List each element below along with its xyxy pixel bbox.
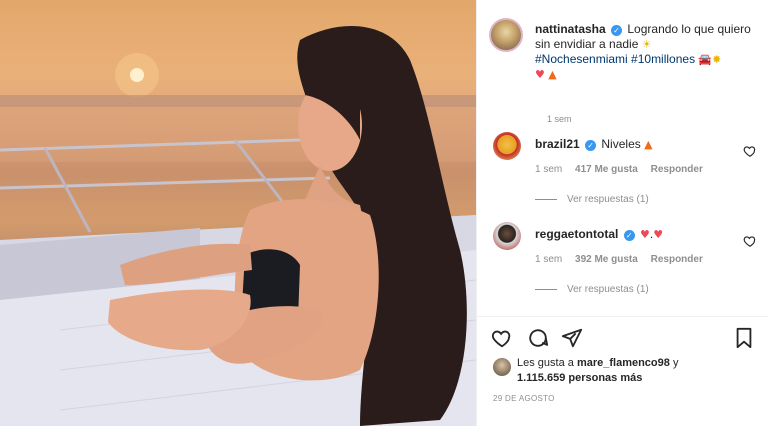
verified-icon: ✓	[585, 140, 597, 151]
comments-panel: nattinatasha ✓ Logrando lo que quiero si…	[476, 0, 768, 426]
comment-likes[interactable]: 392 Me gusta	[575, 254, 638, 265]
likes-text: Les gusta a mare_flamenco98 y 1.115.659 …	[517, 356, 757, 386]
car-emoji: 🚘	[698, 53, 713, 66]
comment-item: reggaetontotal ✓ ♥.♥ 1 sem 392 Me gusta …	[489, 222, 759, 302]
comment-body: Niveles	[601, 137, 641, 151]
view-replies-button[interactable]: Ver respuestas (1)	[535, 284, 649, 295]
comment-time: 1 sem	[535, 254, 563, 265]
liker-username[interactable]: mare_flamenco98	[577, 357, 670, 369]
share-icon[interactable]	[561, 327, 583, 349]
commenter-avatar[interactable]	[493, 222, 521, 250]
caption-hashtags[interactable]: #Nochesenmiami #10millones	[535, 52, 695, 66]
comment-meta: 1 sem 392 Me gusta Responder	[535, 254, 713, 265]
sun-emoji: ☀	[641, 38, 652, 51]
likes-conj: y	[672, 357, 679, 369]
commenter-username[interactable]: reggaetontotal	[535, 227, 618, 241]
heart-icon[interactable]	[491, 327, 513, 349]
fire-emoji: ▲	[548, 68, 557, 81]
reply-button[interactable]: Responder	[651, 164, 703, 175]
bookmark-icon[interactable]	[733, 327, 755, 349]
likes-count[interactable]: 1.115.659 personas más	[517, 372, 642, 384]
likes-prefix: Les gusta a	[517, 357, 574, 369]
heart-emoji: ♥	[653, 228, 664, 241]
liker-avatar[interactable]	[493, 358, 511, 376]
fire-emoji: ▲	[644, 138, 653, 151]
author-username[interactable]: nattinatasha	[535, 22, 606, 36]
comment-item: brazil21 ✓ Niveles ▲ 1 sem 417 Me gusta …	[489, 132, 759, 212]
post-date: 29 DE AGOSTO	[493, 394, 555, 403]
view-replies-label: Ver respuestas (1)	[567, 284, 649, 295]
heart-emoji: ♥	[640, 228, 650, 241]
photo-illustration	[0, 26, 476, 426]
comment-likes[interactable]: 417 Me gusta	[575, 164, 638, 175]
replies-divider	[535, 288, 557, 290]
verified-icon: ✓	[623, 230, 635, 241]
comment-time: 1 sem	[535, 164, 563, 175]
view-replies-button[interactable]: Ver respuestas (1)	[535, 194, 649, 205]
action-bar	[477, 316, 768, 356]
heart-emoji: ♥	[535, 68, 545, 81]
author-avatar[interactable]	[489, 18, 523, 52]
heart-icon[interactable]	[743, 234, 757, 248]
replies-divider	[535, 198, 557, 200]
commenter-username[interactable]: brazil21	[535, 137, 580, 151]
instagram-post: nattinatasha ✓ Logrando lo que quiero si…	[0, 0, 768, 432]
comment-icon[interactable]	[527, 327, 549, 349]
caption-text: nattinatasha ✓ Logrando lo que quiero si…	[535, 22, 755, 82]
verified-icon: ✓	[611, 25, 623, 36]
reply-button[interactable]: Responder	[651, 254, 703, 265]
comment-meta: 1 sem 417 Me gusta Responder	[535, 164, 713, 175]
comment-text: reggaetontotal ✓ ♥.♥	[535, 227, 663, 241]
post-photo[interactable]	[0, 0, 476, 426]
post-time: 1 sem	[547, 114, 572, 124]
sparkle-emoji: ✸	[712, 53, 722, 66]
commenter-avatar[interactable]	[493, 132, 521, 160]
comment-text: brazil21 ✓ Niveles ▲	[535, 137, 653, 151]
heart-icon[interactable]	[743, 144, 757, 158]
view-replies-label: Ver respuestas (1)	[567, 194, 649, 205]
